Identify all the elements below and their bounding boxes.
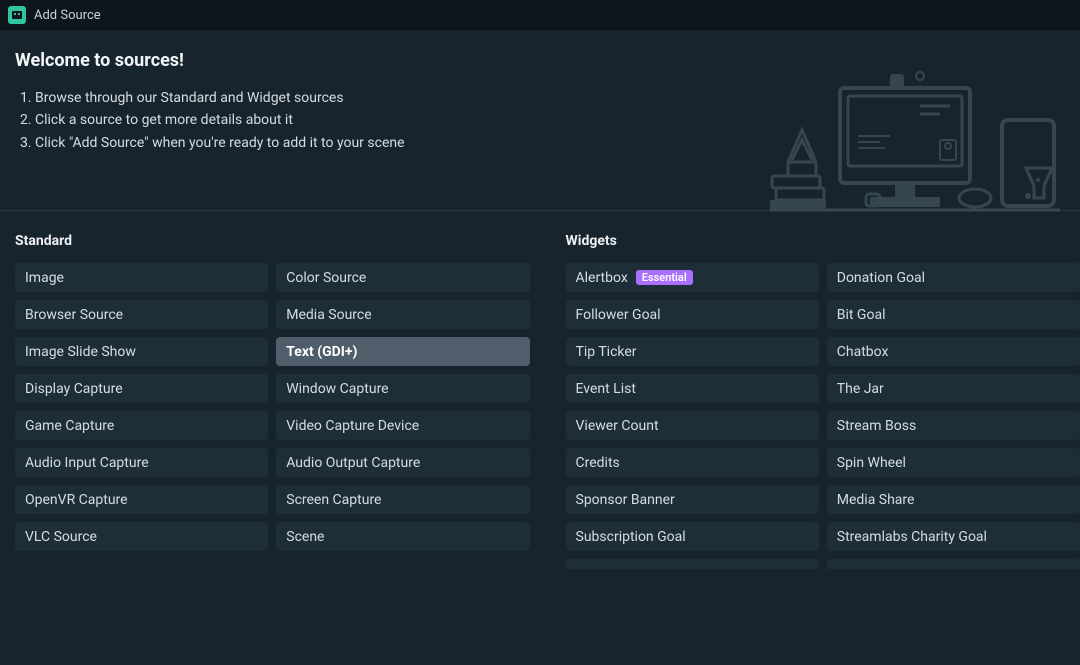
widget-tile[interactable]: Streamlabs Charity Goal	[827, 522, 1080, 551]
standard-grid: Image Color Source Browser Source Media Sou…	[15, 263, 530, 551]
widget-tile[interactable]: Media Share	[827, 485, 1080, 514]
standard-tile[interactable]: Screen Capture	[276, 485, 529, 514]
standard-tile[interactable]: VLC Source	[15, 522, 268, 551]
widget-tile[interactable]: Follower Goal	[566, 300, 819, 329]
standard-column: Standard Image Color Source Browser Source…	[15, 233, 530, 569]
standard-tile-label: Display Capture	[25, 381, 123, 397]
standard-tile-label: Text (GDI+)	[286, 344, 357, 360]
titlebar: Add Source	[0, 0, 1080, 30]
essential-badge: Essential	[636, 270, 693, 285]
standard-tile[interactable]: Audio Output Capture	[276, 448, 529, 477]
welcome-panel: Welcome to sources! Browse through our S…	[0, 30, 1080, 211]
widget-tile-label: Subscription Goal	[576, 529, 686, 545]
widget-tile-label: Donation Goal	[837, 270, 925, 286]
sources-area: Standard Image Color Source Browser Source…	[0, 211, 1080, 569]
widget-tile[interactable]: Tip Ticker	[566, 337, 819, 366]
widget-tile-label: The Jar	[837, 381, 884, 397]
standard-tile[interactable]: Scene	[276, 522, 529, 551]
welcome-heading: Welcome to sources!	[15, 50, 1065, 71]
widget-tile-partial[interactable]	[566, 559, 819, 569]
standard-tile-label: Image	[25, 270, 64, 286]
standard-tile[interactable]: Video Capture Device	[276, 411, 529, 440]
widget-tile[interactable]: Stream Boss	[827, 411, 1080, 440]
standard-tile[interactable]: Text (GDI+)	[276, 337, 529, 366]
widget-tile-partial[interactable]	[827, 559, 1080, 569]
standard-tile-label: Browser Source	[25, 307, 123, 323]
widget-tile[interactable]: Alertbox Essential	[566, 263, 819, 292]
standard-tile[interactable]: Display Capture	[15, 374, 268, 403]
widget-tile[interactable]: The Jar	[827, 374, 1080, 403]
hero-illustration	[770, 70, 1060, 220]
widget-tile-label: Viewer Count	[576, 418, 659, 434]
standard-tile[interactable]: Image	[15, 263, 268, 292]
widget-tile[interactable]: Bit Goal	[827, 300, 1080, 329]
widgets-title: Widgets	[566, 233, 1080, 249]
widget-tile[interactable]: Donation Goal	[827, 263, 1080, 292]
standard-tile[interactable]: Game Capture	[15, 411, 268, 440]
standard-tile-label: Game Capture	[25, 418, 114, 434]
standard-tile-label: Video Capture Device	[286, 418, 419, 434]
standard-tile-label: VLC Source	[25, 529, 97, 545]
standard-tile[interactable]: OpenVR Capture	[15, 485, 268, 514]
logo-glyph	[11, 9, 23, 21]
standard-tile-label: OpenVR Capture	[25, 492, 128, 508]
widget-tile-label: Credits	[576, 455, 620, 471]
widget-tile-label: Chatbox	[837, 344, 889, 360]
standard-tile-label: Image Slide Show	[25, 344, 136, 360]
standard-title: Standard	[15, 233, 530, 249]
standard-tile-label: Scene	[286, 529, 324, 545]
standard-tile-label: Audio Output Capture	[286, 455, 420, 471]
widget-tile-label: Stream Boss	[837, 418, 916, 434]
widget-tile[interactable]: Event List	[566, 374, 819, 403]
widget-tile-label: Follower Goal	[576, 307, 661, 323]
standard-tile-label: Media Source	[286, 307, 371, 323]
widget-tile[interactable]: Subscription Goal	[566, 522, 819, 551]
widget-tile-label: Streamlabs Charity Goal	[837, 529, 987, 545]
widget-tile-label: Spin Wheel	[837, 455, 906, 471]
standard-tile-label: Screen Capture	[286, 492, 381, 508]
widget-tile-label: Media Share	[837, 492, 915, 508]
app-icon	[8, 6, 26, 24]
widgets-grid: Alertbox Essential Donation Goal Follower G…	[566, 263, 1080, 551]
standard-tile[interactable]: Audio Input Capture	[15, 448, 268, 477]
widget-tile-label: Sponsor Banner	[576, 492, 675, 508]
standard-tile-label: Audio Input Capture	[25, 455, 149, 471]
widget-tile[interactable]: Spin Wheel	[827, 448, 1080, 477]
widget-tile-label: Tip Ticker	[576, 344, 637, 360]
widgets-column: Widgets Alertbox Essential Donation Goal Fo…	[566, 233, 1080, 569]
standard-tile-label: Window Capture	[286, 381, 388, 397]
widget-tile-label: Alertbox	[576, 270, 628, 286]
standard-tile[interactable]: Browser Source	[15, 300, 268, 329]
standard-tile-label: Color Source	[286, 270, 366, 286]
standard-tile[interactable]: Window Capture	[276, 374, 529, 403]
widget-tile[interactable]: Viewer Count	[566, 411, 819, 440]
widget-tile-label: Event List	[576, 381, 636, 397]
standard-tile[interactable]: Image Slide Show	[15, 337, 268, 366]
widget-tile[interactable]: Sponsor Banner	[566, 485, 819, 514]
window-title: Add Source	[34, 8, 101, 23]
standard-tile[interactable]: Media Source	[276, 300, 529, 329]
widget-tile-label: Bit Goal	[837, 307, 886, 323]
widget-tile[interactable]: Chatbox	[827, 337, 1080, 366]
standard-tile[interactable]: Color Source	[276, 263, 529, 292]
widget-tile[interactable]: Credits	[566, 448, 819, 477]
